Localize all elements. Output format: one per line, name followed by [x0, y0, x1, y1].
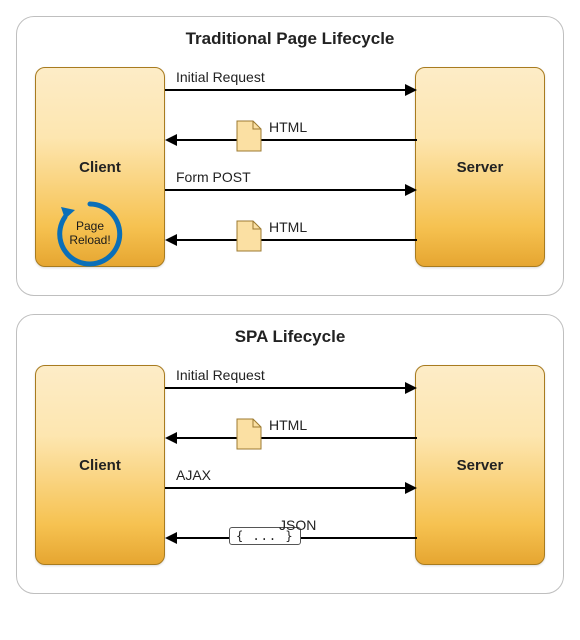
panel-traditional: Traditional Page Lifecycle Client Server… — [16, 16, 564, 296]
panel-title-spa: SPA Lifecycle — [31, 327, 549, 347]
page-reload-text: Page Reload! — [53, 197, 127, 271]
arrow-initial-head — [405, 84, 417, 96]
arrow-json-head — [165, 532, 177, 544]
arrow-formpost-head — [405, 184, 417, 196]
panel-title-traditional: Traditional Page Lifecycle — [31, 29, 549, 49]
arrow-html1-line — [177, 139, 417, 141]
arrow-html1-head — [165, 134, 177, 146]
panel-spa: SPA Lifecycle Client Server Initial Requ… — [16, 314, 564, 594]
arrow-initial-spa-head — [405, 382, 417, 394]
arrow-label-html-spa: HTML — [269, 417, 307, 433]
arrow-initial-line — [165, 89, 405, 91]
client-box-spa: Client — [35, 365, 165, 565]
stage-spa: Client Server Initial Request HTML AJAX … — [31, 355, 549, 575]
arrow-label-html1: HTML — [269, 119, 307, 135]
arrow-html2-head — [165, 234, 177, 246]
arrow-ajax-line — [165, 487, 405, 489]
arrow-label-ajax: AJAX — [176, 467, 211, 483]
document-icon — [235, 219, 263, 253]
server-box-traditional: Server — [415, 67, 545, 267]
server-label: Server — [457, 159, 504, 176]
arrow-html-spa-head — [165, 432, 177, 444]
arrow-html-spa-line — [177, 437, 417, 439]
arrow-label-initial: Initial Request — [176, 69, 265, 85]
arrow-html2-line — [177, 239, 417, 241]
arrow-label-json: JSON — [279, 517, 316, 533]
client-label: Client — [79, 457, 121, 474]
server-box-spa: Server — [415, 365, 545, 565]
server-label: Server — [457, 457, 504, 474]
arrow-ajax-head — [405, 482, 417, 494]
arrow-label-initial-spa: Initial Request — [176, 367, 265, 383]
client-label: Client — [79, 159, 121, 176]
arrow-initial-spa-line — [165, 387, 405, 389]
arrow-label-html2: HTML — [269, 219, 307, 235]
document-icon — [235, 119, 263, 153]
arrow-formpost-line — [165, 189, 405, 191]
document-icon — [235, 417, 263, 451]
page-reload-badge: Page Reload! — [53, 197, 127, 271]
arrow-label-formpost: Form POST — [176, 169, 251, 185]
stage-traditional: Client Server Initial Request HTML Form … — [31, 57, 549, 277]
